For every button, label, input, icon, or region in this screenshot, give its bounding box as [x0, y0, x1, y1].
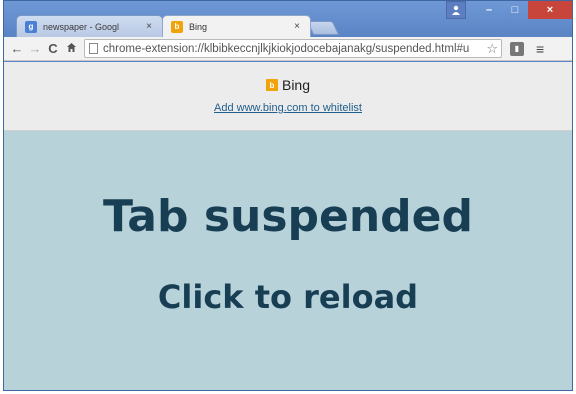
- page-title: Tab suspended: [102, 191, 474, 242]
- close-window-button[interactable]: ×: [528, 1, 572, 19]
- minimize-button[interactable]: –: [476, 1, 502, 19]
- browser-window: g newspaper - Googl × b Bing × – □ × ← →…: [3, 0, 573, 391]
- page-icon: [89, 43, 98, 54]
- reload-area[interactable]: Tab suspended Click to reload: [4, 131, 572, 390]
- forward-button[interactable]: →: [26, 41, 44, 56]
- extension-icon[interactable]: ▮: [510, 41, 524, 56]
- whitelist-link[interactable]: Add www.bing.com to whitelist: [4, 102, 572, 114]
- site-name: Bing: [281, 77, 311, 93]
- user-icon[interactable]: [446, 1, 466, 19]
- home-button[interactable]: [62, 42, 80, 56]
- menu-icon[interactable]: ≡: [536, 41, 544, 57]
- new-tab-button[interactable]: [306, 21, 340, 35]
- tab-bing[interactable]: b Bing ×: [162, 15, 311, 37]
- bing-icon: b: [265, 79, 278, 91]
- back-button[interactable]: ←: [8, 41, 26, 56]
- tab-newspaper[interactable]: g newspaper - Googl ×: [16, 15, 163, 37]
- tab-strip: g newspaper - Googl × b Bing × – □ ×: [4, 1, 572, 37]
- maximize-button[interactable]: □: [502, 1, 528, 19]
- close-icon[interactable]: ×: [142, 21, 156, 32]
- page-content: b Bing Add www.bing.com to whitelist Tab…: [4, 62, 572, 390]
- site-info: b Bing: [4, 77, 572, 93]
- window-controls: – □ ×: [446, 1, 572, 19]
- bookmark-star-icon[interactable]: ☆: [483, 41, 501, 57]
- url-text[interactable]: chrome-extension://klbibkeccnjlkjkiokjod…: [103, 43, 483, 55]
- address-bar[interactable]: chrome-extension://klbibkeccnjlkjkiokjod…: [84, 39, 502, 58]
- google-icon: g: [25, 20, 37, 33]
- browser-toolbar: ← → C chrome-extension://klbibkeccnjlkjk…: [4, 37, 572, 61]
- suspended-header: b Bing Add www.bing.com to whitelist: [4, 62, 572, 131]
- reload-prompt[interactable]: Click to reload: [4, 278, 572, 316]
- tab-title: Bing: [189, 21, 208, 32]
- bing-icon: b: [171, 20, 183, 33]
- reload-button[interactable]: C: [44, 41, 62, 56]
- close-icon[interactable]: ×: [290, 21, 304, 32]
- tab-title: newspaper - Googl: [43, 21, 120, 32]
- home-icon: [66, 42, 76, 52]
